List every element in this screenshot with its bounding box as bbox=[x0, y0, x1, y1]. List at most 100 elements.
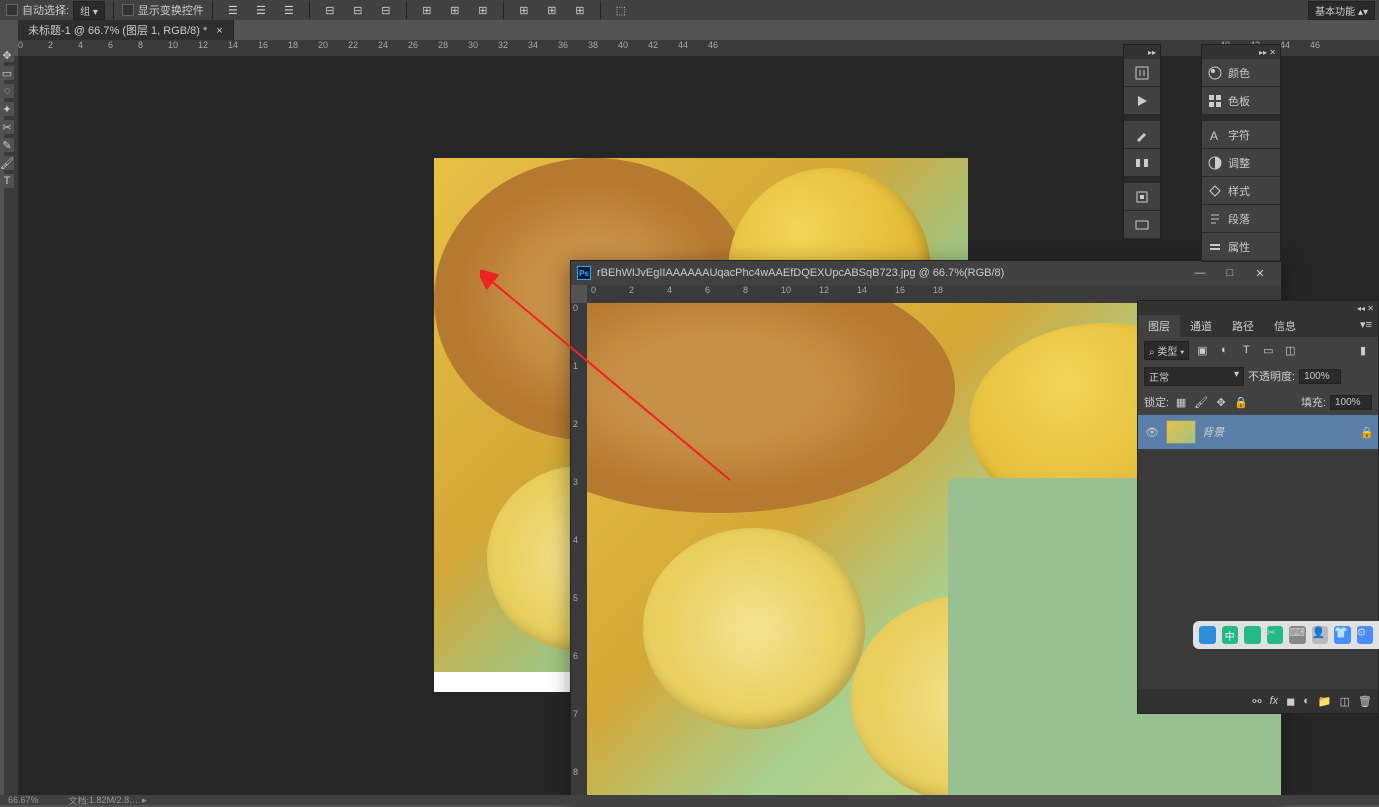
distribute-icon[interactable]: ⊞ bbox=[443, 0, 467, 20]
adjustments-panel-button[interactable]: 调整 bbox=[1202, 149, 1280, 177]
distribute-icon[interactable]: ⊞ bbox=[512, 0, 536, 20]
divider bbox=[503, 1, 504, 19]
marquee-tool-icon[interactable]: ▭ bbox=[0, 66, 14, 80]
character-panel-button[interactable]: A字符 bbox=[1202, 121, 1280, 149]
minimize-button[interactable]: — bbox=[1185, 263, 1215, 283]
filter-pixel-icon[interactable]: ▣ bbox=[1193, 341, 1211, 359]
panel-collapse-icon[interactable]: ▸▸ ✕ bbox=[1202, 45, 1280, 59]
filter-smart-icon[interactable]: ◫ bbox=[1281, 341, 1299, 359]
user-icon[interactable]: 👤 bbox=[1312, 626, 1329, 644]
delete-layer-icon[interactable]: 🗑 bbox=[1358, 695, 1372, 708]
close-button[interactable]: ✕ bbox=[1245, 263, 1275, 283]
lock-transparent-icon[interactable]: ▦ bbox=[1173, 394, 1189, 410]
swatches-panel-button[interactable]: 色板 bbox=[1202, 87, 1280, 115]
align-right-icon[interactable]: ⊟ bbox=[374, 0, 398, 20]
layer-row[interactable]: 👁 背景 🔒 bbox=[1138, 415, 1378, 449]
close-tab-icon[interactable]: × bbox=[216, 25, 222, 37]
tab-info[interactable]: 信息 bbox=[1264, 315, 1306, 337]
properties-panel-button[interactable]: 属性 bbox=[1202, 233, 1280, 261]
workspace-switcher: 基本功能 ▴▾ bbox=[1308, 0, 1375, 20]
lock-all-icon[interactable]: 🔒 bbox=[1233, 394, 1249, 410]
actions-panel-icon[interactable] bbox=[1124, 87, 1160, 115]
3d-mode-icon[interactable]: ⬚ bbox=[609, 0, 633, 20]
color-panel-button[interactable]: 颜色 bbox=[1202, 59, 1280, 87]
divider bbox=[600, 1, 601, 19]
wand-tool-icon[interactable]: ✦ bbox=[0, 102, 14, 116]
panel-collapse-icon[interactable]: ▸▸ bbox=[1124, 45, 1160, 59]
panel-tabs: 图层 通道 路径 信息 ▾≡ bbox=[1138, 315, 1378, 337]
tab-layers[interactable]: 图层 bbox=[1138, 315, 1180, 337]
divider bbox=[113, 1, 114, 19]
lock-row: 锁定: ▦ 🖌 ✥ 🔒 填充: 100% bbox=[1138, 389, 1378, 415]
move-tool-icon[interactable]: ✥ bbox=[0, 48, 14, 62]
panel-menu-icon[interactable]: ▾≡ bbox=[1354, 315, 1378, 337]
tab-channels[interactable]: 通道 bbox=[1180, 315, 1222, 337]
distribute-icon[interactable]: ⊞ bbox=[415, 0, 439, 20]
filter-toggle-icon[interactable]: ▮ bbox=[1354, 341, 1372, 359]
shirt-icon[interactable]: 👕 bbox=[1334, 626, 1351, 644]
distribute-icon[interactable]: ⊞ bbox=[568, 0, 592, 20]
doc-size: 1.82M/2.8… bbox=[89, 795, 138, 805]
align-top-icon[interactable]: ☰ bbox=[221, 0, 245, 20]
lasso-tool-icon[interactable]: ◌ bbox=[0, 84, 14, 98]
document-tab[interactable]: 未标题-1 @ 66.7% (图层 1, RGB/8) * × bbox=[18, 20, 234, 40]
brush-presets-icon[interactable] bbox=[1124, 149, 1160, 177]
qq-icon[interactable] bbox=[1199, 626, 1216, 644]
zoom-level[interactable]: 66.67% bbox=[8, 795, 39, 805]
panel-collapse-icon[interactable]: ◂◂ ✕ bbox=[1138, 301, 1378, 315]
toolbar: ✥ ▭ ◌ ✦ ✂ ✎ 🖌 T bbox=[0, 48, 18, 188]
ime-mode-icon[interactable] bbox=[1244, 626, 1261, 644]
filter-type-icon[interactable]: T bbox=[1237, 341, 1255, 359]
ruler-horizontal[interactable]: 0246810121416182022242628303234363840424… bbox=[18, 40, 1379, 56]
brush-panel-icon[interactable] bbox=[1124, 121, 1160, 149]
auto-select-target[interactable]: 组 ▾ bbox=[73, 1, 105, 20]
opacity-field[interactable]: 100% bbox=[1299, 369, 1341, 384]
layer-name[interactable]: 背景 bbox=[1202, 424, 1354, 440]
styles-panel-button[interactable]: 样式 bbox=[1202, 177, 1280, 205]
adjustment-layer-icon[interactable]: ◐ bbox=[1303, 695, 1310, 707]
opacity-label: 不透明度: bbox=[1248, 368, 1295, 384]
link-layers-icon[interactable]: ⚯ bbox=[1252, 695, 1261, 708]
workspace-select[interactable]: 基本功能 ▴▾ bbox=[1308, 1, 1375, 20]
distribute-icon[interactable]: ⊞ bbox=[471, 0, 495, 20]
keyboard-icon[interactable]: ⌨ bbox=[1289, 626, 1306, 644]
layer-style-icon[interactable]: fx bbox=[1270, 695, 1279, 707]
doc-info-menu-icon[interactable]: ▸ bbox=[142, 795, 147, 806]
ime-icon[interactable]: 中 bbox=[1222, 626, 1239, 644]
history-panel-icon[interactable] bbox=[1124, 59, 1160, 87]
scissors-icon[interactable]: ✂ bbox=[1267, 626, 1284, 644]
show-transform-checkbox[interactable] bbox=[122, 4, 134, 16]
align-bot-icon[interactable]: ☰ bbox=[277, 0, 301, 20]
auto-select-checkbox[interactable] bbox=[6, 4, 18, 16]
floating-ruler-vertical[interactable]: 012345678 bbox=[571, 303, 587, 804]
filter-type-select[interactable]: ⌕ 类型 ▾ bbox=[1144, 341, 1189, 360]
paragraph-panel-button[interactable]: 段落 bbox=[1202, 205, 1280, 233]
align-hcenter-icon[interactable]: ⊟ bbox=[346, 0, 370, 20]
filter-adjustment-icon[interactable]: ◐ bbox=[1215, 341, 1233, 359]
lock-pixels-icon[interactable]: 🖌 bbox=[1193, 394, 1209, 410]
align-mid-icon[interactable]: ☰ bbox=[249, 0, 273, 20]
floating-titlebar[interactable]: Ps rBEhWIJvEgIIAAAAAAUqacPhc4wAAEfDQEXUp… bbox=[571, 261, 1281, 285]
navigator-panel-icon[interactable] bbox=[1124, 211, 1160, 239]
tab-paths[interactable]: 路径 bbox=[1222, 315, 1264, 337]
text-tool-icon[interactable]: T bbox=[0, 174, 14, 188]
lock-icon[interactable]: 🔒 bbox=[1360, 426, 1372, 438]
gear-icon[interactable]: ⚙ bbox=[1357, 626, 1374, 644]
crop-tool-icon[interactable]: ✂ bbox=[0, 120, 14, 134]
visibility-icon[interactable]: 👁 bbox=[1144, 424, 1160, 440]
clone-source-icon[interactable] bbox=[1124, 183, 1160, 211]
eyedropper-tool-icon[interactable]: ✎ bbox=[0, 138, 14, 152]
fill-field[interactable]: 100% bbox=[1330, 395, 1372, 410]
new-layer-icon[interactable]: ◫ bbox=[1340, 695, 1350, 708]
layer-thumbnail[interactable] bbox=[1166, 420, 1196, 444]
filter-shape-icon[interactable]: ▭ bbox=[1259, 341, 1277, 359]
align-left-icon[interactable]: ⊟ bbox=[318, 0, 342, 20]
distribute-icon[interactable]: ⊞ bbox=[540, 0, 564, 20]
brush-tool-icon[interactable]: 🖌 bbox=[0, 156, 14, 170]
blend-mode-select[interactable]: 正常 ▾ bbox=[1144, 367, 1244, 386]
group-icon[interactable]: 📁 bbox=[1318, 695, 1332, 708]
layer-mask-icon[interactable]: ◼ bbox=[1286, 695, 1295, 708]
divider bbox=[212, 1, 213, 19]
lock-position-icon[interactable]: ✥ bbox=[1213, 394, 1229, 410]
maximize-button[interactable]: □ bbox=[1215, 263, 1245, 283]
